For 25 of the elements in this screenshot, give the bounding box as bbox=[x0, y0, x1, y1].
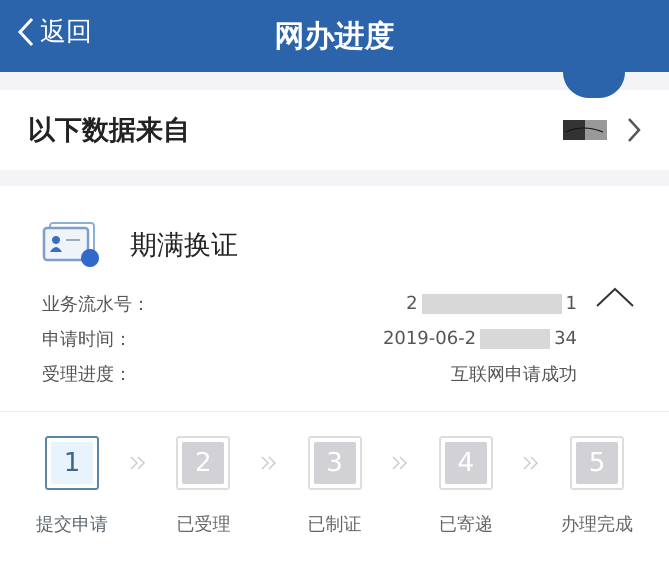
step-box: 1 bbox=[45, 436, 99, 490]
id-card-icon bbox=[42, 222, 102, 268]
field-label: 受理进度： bbox=[42, 362, 132, 386]
field-value: 2019-06-2 34 bbox=[382, 328, 577, 349]
field-label: 申请时间： bbox=[42, 328, 132, 350]
field-label: 业务流水号： bbox=[42, 292, 150, 316]
step-label: 办理完成 bbox=[561, 513, 633, 536]
back-button[interactable]: 返回 bbox=[18, 14, 92, 49]
double-chevron-icon bbox=[130, 456, 146, 470]
field-value: 2 1 bbox=[406, 293, 577, 314]
step-label: 已制证 bbox=[308, 513, 362, 536]
field-value: 互联网申请成功 bbox=[451, 362, 577, 386]
step-label: 已寄递 bbox=[438, 513, 493, 536]
business-title: 期满换证 bbox=[130, 229, 238, 263]
redacted-logo-drawing bbox=[563, 120, 607, 140]
double-chevron-icon bbox=[523, 456, 540, 470]
source-label: 以下数据来自 bbox=[28, 114, 191, 148]
double-chevron-icon bbox=[392, 456, 408, 470]
double-chevron-icon bbox=[260, 456, 277, 470]
back-icon bbox=[18, 16, 34, 46]
step-label: 已受理 bbox=[176, 513, 230, 536]
chevron-right-icon bbox=[627, 117, 641, 143]
step-label: 提交申请 bbox=[36, 513, 108, 536]
page-title: 网办进度 bbox=[274, 18, 394, 56]
source-row[interactable]: 以下数据来自 bbox=[0, 90, 669, 170]
